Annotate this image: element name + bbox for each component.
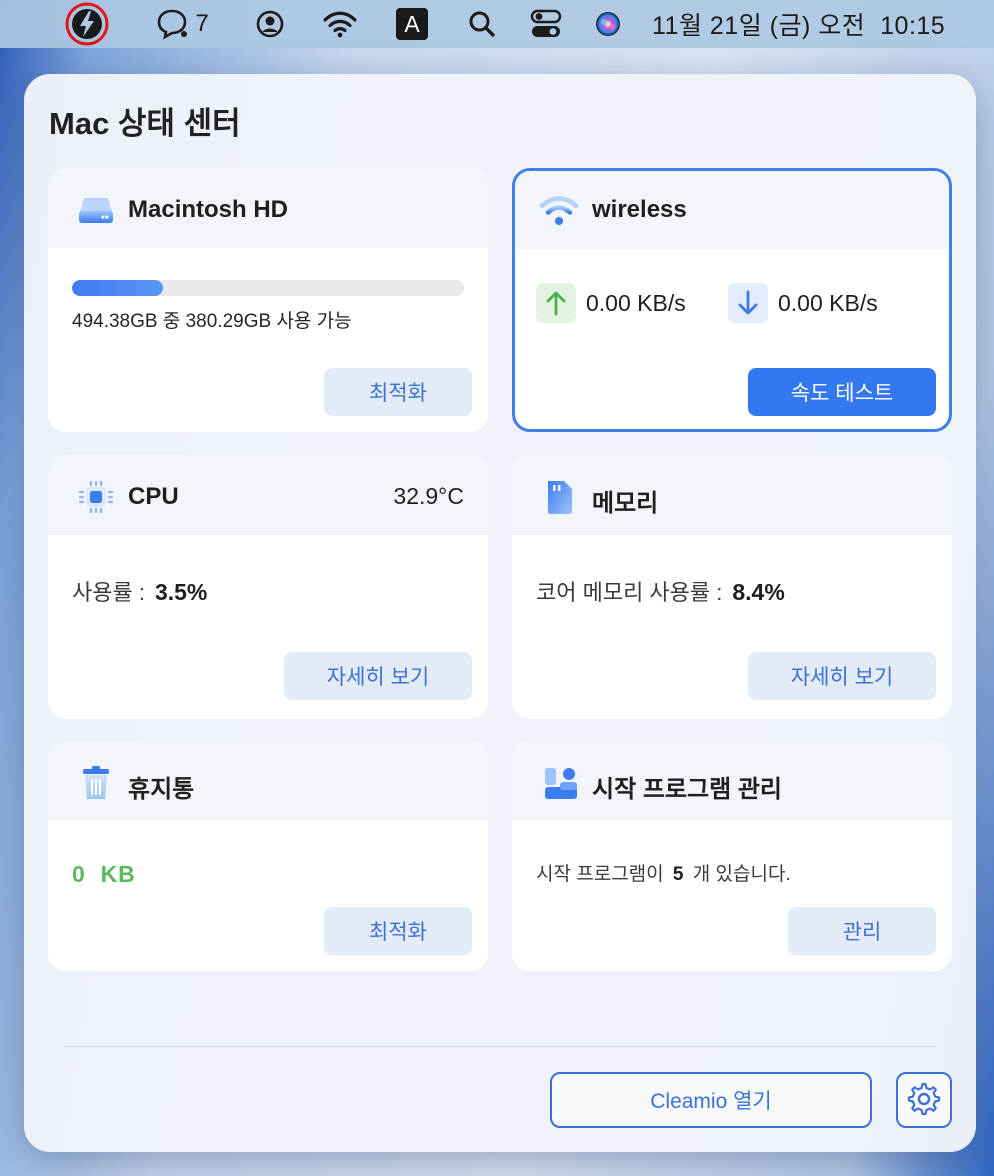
- startup-count: 5: [672, 864, 684, 885]
- download-speed: 0.00 KB/s: [728, 283, 878, 323]
- startup-text-after: 개 있습니다.: [692, 864, 791, 885]
- cpu-card-header: CPU 32.9°C: [48, 455, 488, 535]
- disk-usage-bar: [72, 280, 464, 296]
- cleamio-lightning-icon[interactable]: [62, 0, 112, 48]
- panel-title: Mac 상태 센터: [49, 106, 241, 141]
- menu-bar: 7 A 11월 21일 (금) 오전 10:15: [0, 0, 994, 48]
- footer-divider: [64, 1046, 936, 1047]
- memory-details-button[interactable]: 자세히 보기: [748, 652, 936, 700]
- input-source-label: A: [396, 8, 428, 40]
- chat-count: 7: [195, 10, 209, 37]
- disk-info-text: 494.38GB 중 380.29GB 사용 가능: [72, 311, 352, 332]
- gear-icon: [907, 1082, 941, 1119]
- clock-text: 11월 21일 (금) 오전 10:15: [652, 12, 946, 40]
- settings-button[interactable]: [896, 1072, 952, 1128]
- trash-icon: [76, 765, 116, 801]
- hard-drive-icon: [76, 192, 116, 228]
- siri-icon[interactable]: [590, 0, 626, 48]
- startup-text-before: 시작 프로그램이: [536, 864, 664, 885]
- user-account-icon[interactable]: [250, 0, 290, 48]
- disk-usage-fill: [72, 280, 163, 296]
- startup-title: 시작 프로그램 관리: [592, 776, 782, 803]
- mac-status-panel: Mac 상태 센터 Macintosh HD 494.38GB 중 380.29…: [24, 74, 976, 1152]
- memory-title: 메모리: [592, 490, 659, 517]
- upload-speed: 0.00 KB/s: [536, 283, 686, 323]
- open-cleamio-button[interactable]: Cleamio 열기: [550, 1072, 872, 1128]
- cpu-chip-icon: [76, 479, 116, 515]
- cpu-usage-label: 사용률 :: [72, 580, 145, 605]
- trash-card: 휴지통 0 KB 최적화: [48, 741, 488, 971]
- search-icon[interactable]: [464, 0, 500, 48]
- disk-card-header: Macintosh HD: [48, 168, 488, 248]
- trash-title: 휴지통: [128, 776, 195, 803]
- network-card[interactable]: wireless 0.00 KB/s 0.00 KB/s 속도 테스트: [512, 168, 952, 432]
- cpu-usage-value: 3.5%: [154, 579, 208, 605]
- trash-optimize-button[interactable]: 최적화: [324, 907, 472, 955]
- memory-usage-line: 코어 메모리 사용률 : 8.4%: [536, 575, 785, 607]
- download-arrow-icon: [728, 283, 768, 323]
- cpu-card: CPU 32.9°C 사용률 : 3.5% 자세히 보기: [48, 455, 488, 719]
- trash-card-header: 휴지통: [48, 741, 488, 821]
- startup-card: 시작 프로그램 관리 시작 프로그램이 5 개 있습니다. 관리: [512, 741, 952, 971]
- disk-optimize-button[interactable]: 최적화: [324, 368, 472, 416]
- control-center-icon[interactable]: [526, 0, 566, 48]
- memory-card-icon: [540, 479, 580, 515]
- startup-card-header: 시작 프로그램 관리: [512, 741, 952, 821]
- disk-card: Macintosh HD 494.38GB 중 380.29GB 사용 가능 최…: [48, 168, 488, 432]
- menu-bar-clock[interactable]: 11월 21일 (금) 오전 10:15: [652, 0, 964, 48]
- download-speed-value: 0.00 KB/s: [778, 289, 878, 316]
- chat-bubbles-icon[interactable]: 7: [148, 0, 214, 48]
- trash-size: 0 KB: [72, 861, 136, 887]
- upload-arrow-icon: [536, 283, 576, 323]
- startup-count-line: 시작 프로그램이 5 개 있습니다.: [536, 859, 791, 886]
- network-card-header: wireless: [515, 171, 949, 249]
- wifi-icon: [539, 194, 579, 230]
- memory-usage-value: 8.4%: [732, 579, 785, 605]
- network-title: wireless: [592, 196, 687, 223]
- input-source-icon[interactable]: A: [394, 0, 430, 48]
- cpu-temperature: 32.9°C: [393, 483, 464, 509]
- cpu-usage-line: 사용률 : 3.5%: [72, 575, 207, 607]
- startup-manage-button[interactable]: 관리: [788, 907, 936, 955]
- memory-card: 메모리 코어 메모리 사용률 : 8.4% 자세히 보기: [512, 455, 952, 719]
- upload-speed-value: 0.00 KB/s: [586, 289, 686, 316]
- cpu-details-button[interactable]: 자세히 보기: [284, 652, 472, 700]
- wifi-icon[interactable]: [318, 0, 362, 48]
- cpu-title: CPU: [128, 483, 179, 510]
- startup-apps-icon: [540, 765, 580, 801]
- memory-card-header: 메모리: [512, 455, 952, 535]
- disk-title: Macintosh HD: [128, 196, 289, 223]
- memory-usage-label: 코어 메모리 사용률 :: [536, 580, 723, 605]
- speed-test-button[interactable]: 속도 테스트: [748, 368, 936, 416]
